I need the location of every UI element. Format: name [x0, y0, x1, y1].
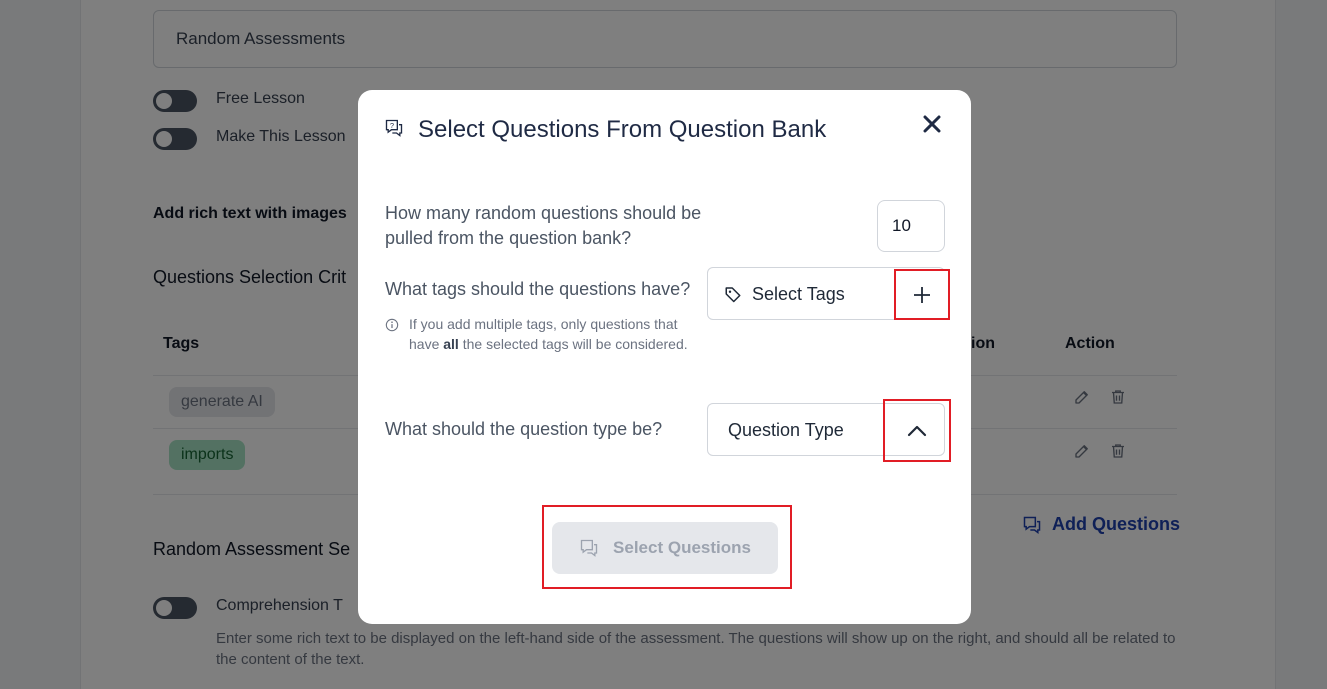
tag-icon — [725, 287, 741, 303]
type-question-label: What should the question type be? — [385, 419, 663, 439]
question-count-value: 10 — [892, 216, 911, 235]
select-questions-button[interactable]: Select Questions — [552, 522, 778, 574]
select-questions-highlight: Select Questions — [542, 505, 792, 589]
tags-question-label: What tags should the questions have? — [385, 279, 691, 299]
question-bank-icon — [580, 539, 598, 557]
modal-title: Select Questions From Question Bank — [418, 116, 827, 143]
tags-placeholder: Select Tags — [752, 284, 845, 304]
tags-info-text: If you add multiple tags, only questions… — [409, 316, 688, 352]
close-button[interactable] — [918, 110, 946, 138]
question-type-toggle[interactable] — [883, 399, 951, 462]
chevron-up-icon — [907, 425, 927, 436]
svg-text:?: ? — [390, 121, 394, 130]
plus-icon — [914, 286, 930, 303]
question-bank-icon: ? — [385, 119, 403, 137]
add-tag-button[interactable] — [894, 269, 950, 320]
info-icon — [385, 318, 399, 332]
count-question-label: How many random questions should be pull… — [385, 203, 702, 248]
question-type-placeholder: Question Type — [728, 420, 844, 440]
close-icon — [923, 115, 941, 133]
select-questions-modal: ? Select Questions From Question Bank Ho… — [358, 90, 971, 624]
question-count-input[interactable]: 10 — [877, 200, 945, 252]
select-questions-label: Select Questions — [613, 538, 751, 557]
